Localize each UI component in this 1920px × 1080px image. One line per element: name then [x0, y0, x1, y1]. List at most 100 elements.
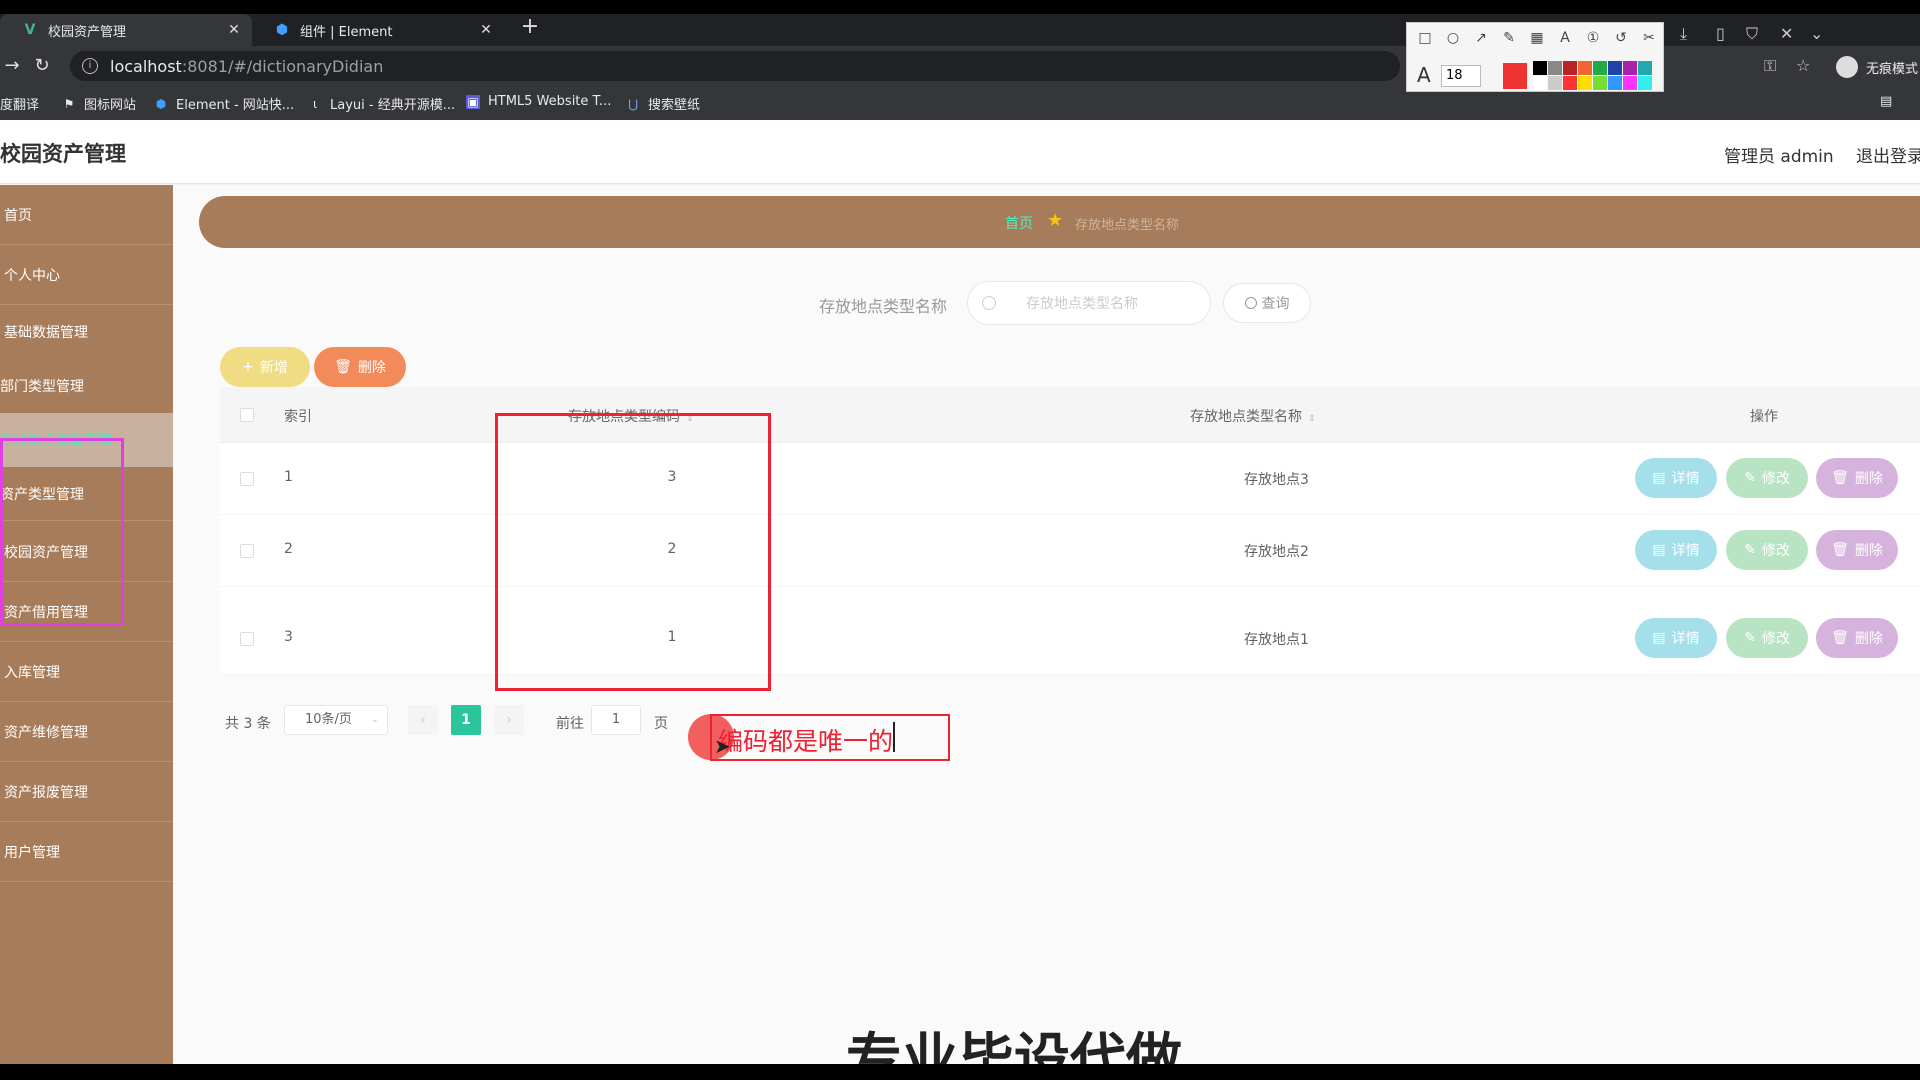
goto-label: 前往 [556, 716, 584, 732]
edit-button[interactable]: ✎ 修改 [1726, 458, 1808, 498]
annotation-toolbar: □ ○ ↗ ✎ ▦ A ① ↺ ✂ A 18 [1406, 22, 1664, 92]
chevron-down-icon[interactable]: ⌄ [1810, 24, 1823, 43]
incognito-indicator[interactable]: 无痕模式 [1836, 56, 1918, 78]
tab-campus-asset[interactable]: V 校园资产管理 ✕ [0, 14, 252, 46]
table-row: 1 3 存放地点3 ▤ 详情 ✎ 修改 🗑︎ 删除 [220, 443, 1920, 515]
sidebar-item-scrap[interactable]: 资产报废管理 [0, 762, 173, 822]
page-number-current[interactable]: 1 [451, 705, 481, 735]
close-icon[interactable]: ✕ [224, 20, 244, 40]
breadcrumb-home[interactable]: 首页 [1005, 213, 1033, 233]
search-input[interactable]: 存放地点类型名称 [967, 281, 1211, 325]
bookmark-label: 搜索壁纸 [648, 98, 701, 113]
logout-link[interactable]: 退出登录 [1856, 142, 1920, 167]
annotation-style-row: A 18 [1407, 59, 1663, 91]
sidebar-item-label: 入库管理 [4, 664, 60, 681]
row-delete-button[interactable]: 🗑︎ 删除 [1816, 458, 1898, 498]
bookmark-html5[interactable]: ▣ HTML5 Website T... [466, 94, 611, 109]
new-tab-button[interactable]: + [518, 16, 542, 40]
text-icon[interactable]: A [1555, 28, 1575, 48]
bookmark-wallpaper[interactable]: ⋃ 搜索壁纸 [626, 94, 701, 114]
arrow-icon[interactable]: ↗ [1471, 28, 1491, 48]
sidebar-item-label: 部门类型管理 [0, 379, 84, 395]
sort-icon[interactable]: ⇕ [1308, 414, 1316, 424]
row-name: 存放地点2 [1244, 544, 1309, 560]
next-page-button[interactable]: › [494, 705, 524, 735]
detail-button[interactable]: ▤ 详情 [1635, 618, 1717, 658]
search-label: 存放地点类型名称 [819, 297, 948, 316]
row-checkbox[interactable] [240, 472, 254, 486]
font-size-select[interactable]: 18 [1441, 65, 1481, 87]
search-icon [1244, 297, 1257, 309]
sidebar-item-repair[interactable]: 资产维修管理 [0, 702, 173, 762]
close-icon[interactable]: ✕ [1780, 24, 1793, 43]
star-bookmark-icon[interactable]: ☆ [1796, 56, 1810, 75]
search-placeholder: 存放地点类型名称 [1026, 296, 1138, 312]
detail-label: 详情 [1671, 631, 1700, 647]
scissors-icon[interactable]: ✂ [1639, 28, 1659, 48]
tab-element[interactable]: ⬢ 组件 | Element ✕ [252, 14, 504, 46]
current-user: 管理员 admin [1724, 147, 1834, 167]
pagination-total: 共 3 条 [225, 716, 271, 732]
sidebar-item-stock-in[interactable]: 入库管理 [0, 642, 173, 702]
edit-label: 修改 [1761, 631, 1790, 647]
batch-delete-button[interactable]: 🗑︎ 删除 [314, 347, 406, 387]
goto-page-input[interactable]: 1 [591, 705, 641, 735]
back-arrow-icon[interactable]: → [0, 54, 24, 78]
color-palette[interactable] [1533, 61, 1661, 91]
detail-button[interactable]: ▤ 详情 [1635, 458, 1717, 498]
edit-label: 修改 [1761, 471, 1790, 487]
detail-button[interactable]: ▤ 详情 [1635, 530, 1717, 570]
bookmark-label: Element - 网站快... [176, 98, 295, 113]
sidebar-item-base-data[interactable]: 基础数据管理 [0, 305, 173, 359]
reload-icon[interactable]: ↻ [30, 54, 54, 78]
sidebar-item-profile[interactable]: 个人中心 [0, 245, 173, 305]
bookmark-element[interactable]: ⬢ Element - 网站快... [154, 94, 295, 114]
row-checkbox[interactable] [240, 632, 254, 646]
edit-icon: ✎ [1744, 470, 1756, 486]
close-icon[interactable]: ✕ [476, 20, 496, 40]
bookmark-translate[interactable]: 度翻译 [0, 94, 39, 113]
reading-list-icon[interactable]: ▤ [1880, 94, 1892, 109]
query-button[interactable]: 查询 [1223, 283, 1311, 323]
row-delete-button[interactable]: 🗑︎ 删除 [1816, 618, 1898, 658]
edit-button[interactable]: ✎ 修改 [1726, 618, 1808, 658]
selected-color-swatch[interactable] [1503, 63, 1527, 89]
row-checkbox[interactable] [240, 544, 254, 558]
circle-icon[interactable]: ○ [1443, 28, 1463, 48]
row-index: 3 [284, 629, 293, 645]
sidebar-item-users[interactable]: 用户管理 [0, 822, 173, 882]
edit-button[interactable]: ✎ 修改 [1726, 530, 1808, 570]
html5-icon: ▣ [466, 94, 480, 109]
bookmark-label: Layui - 经典开源模... [330, 98, 456, 113]
page-size-select[interactable]: 10条/页 ⌄ [284, 705, 388, 735]
bookmark-layui[interactable]: ɩ Layui - 经典开源模... [308, 94, 456, 114]
bookmark-icon-site[interactable]: ⚑ 图标网站 [62, 94, 136, 114]
incognito-label: 无痕模式 [1866, 61, 1919, 77]
info-icon[interactable]: i [82, 58, 98, 74]
query-button-label: 查询 [1261, 296, 1290, 312]
select-all-checkbox[interactable] [240, 408, 254, 422]
undo-icon[interactable]: ↺ [1611, 28, 1631, 48]
incognito-avatar-icon [1836, 56, 1858, 78]
prev-page-button[interactable]: ‹ [408, 705, 438, 735]
bookmark-tool-icon[interactable]: ⛉ [1746, 24, 1758, 44]
mosaic-icon[interactable]: ▦ [1527, 28, 1547, 48]
detail-label: 详情 [1671, 471, 1700, 487]
header-name[interactable]: 存放地点类型名称 ⇕ [1190, 406, 1316, 426]
url-input[interactable]: i localhost:8081/#/dictionaryDidian [70, 51, 1400, 81]
download-icon[interactable]: ⤓ [1680, 24, 1687, 44]
sidebar-subitem-department[interactable]: 部门类型管理 [0, 359, 173, 413]
star-icon: ★ [1047, 210, 1064, 231]
url-host: localhost [110, 56, 182, 76]
sidebar-item-home[interactable]: 首页 [0, 185, 173, 245]
row-delete-button[interactable]: 🗑︎ 删除 [1816, 530, 1898, 570]
pencil-icon[interactable]: ✎ [1499, 28, 1519, 48]
pin-icon[interactable]: ▯ [1716, 24, 1725, 43]
add-button[interactable]: + 新增 [220, 347, 310, 387]
edit-label: 修改 [1761, 543, 1790, 559]
search-icon [982, 296, 996, 310]
header-name-label: 存放地点类型名称 [1190, 409, 1302, 425]
key-icon[interactable]: ⚿ [1764, 56, 1776, 76]
rectangle-icon[interactable]: □ [1415, 28, 1435, 48]
number-icon[interactable]: ① [1583, 28, 1603, 48]
